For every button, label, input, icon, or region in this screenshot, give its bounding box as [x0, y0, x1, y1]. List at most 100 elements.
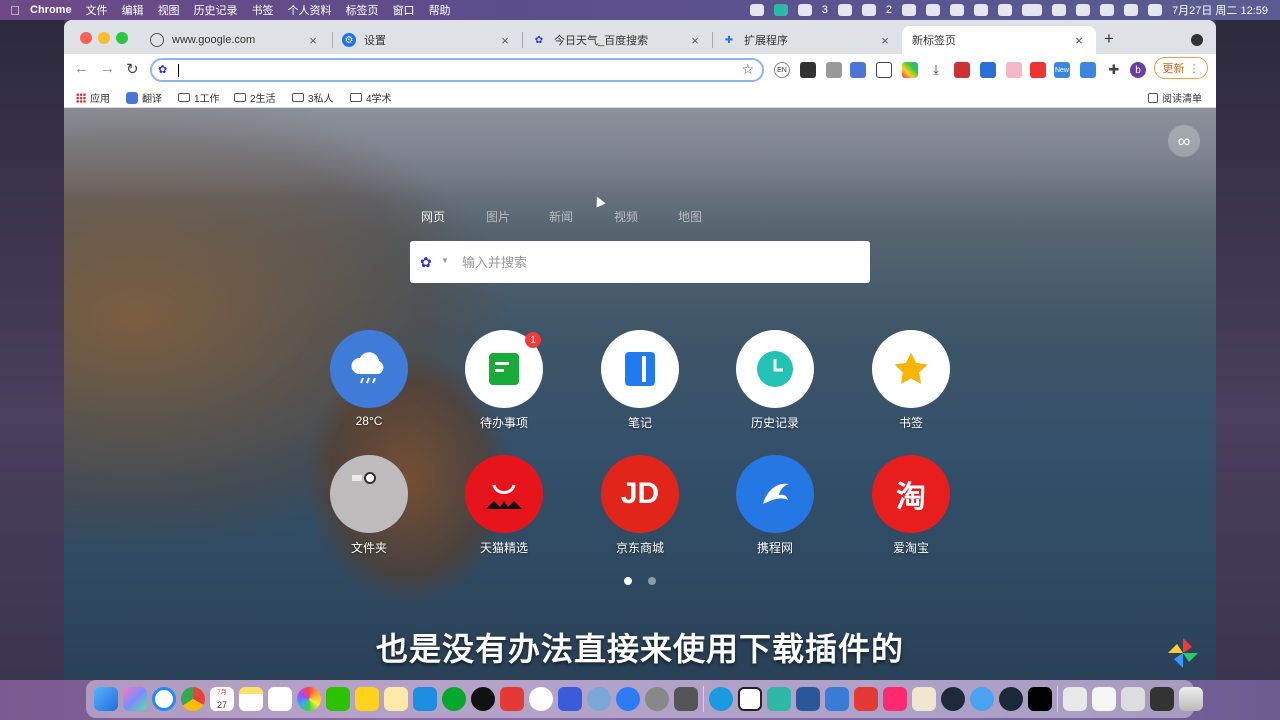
close-icon[interactable]: × [688, 33, 702, 48]
safari-icon[interactable] [152, 687, 176, 711]
menu-bookmarks[interactable]: 书签 [252, 2, 274, 18]
word-icon[interactable] [796, 687, 820, 711]
globe-icon[interactable] [926, 4, 940, 16]
terminal-icon[interactable] [674, 687, 698, 711]
graduation-icon[interactable] [413, 687, 437, 711]
shortcut-weather[interactable]: 28°C [319, 330, 419, 428]
close-icon[interactable]: × [498, 33, 512, 48]
close-icon[interactable]: × [1072, 33, 1086, 48]
fullscreen-window-button[interactable] [116, 32, 128, 44]
bookmark-folder-academic[interactable]: 4学术 [350, 90, 392, 105]
clock[interactable]: 7月27日 周二 12:59 [1172, 2, 1268, 18]
back-button[interactable]: ← [74, 60, 89, 77]
shortcut-jd[interactable]: JD 京东商城 [590, 455, 690, 556]
bell-icon[interactable] [861, 4, 876, 16]
profile-avatar[interactable]: b [1130, 62, 1146, 78]
keyboard-icon[interactable] [950, 4, 964, 16]
new-ext-icon[interactable]: New [1054, 62, 1070, 78]
search-input[interactable] [462, 251, 852, 273]
baidu-paw-icon[interactable]: ✿ [420, 254, 432, 271]
siri-icon[interactable] [1148, 4, 1162, 16]
camera-icon[interactable] [1030, 62, 1046, 78]
notes-icon[interactable] [239, 687, 263, 711]
wechat-icon[interactable] [797, 4, 812, 16]
capcut-icon[interactable] [1028, 687, 1052, 711]
draw-icon[interactable] [384, 687, 408, 711]
cloud-icon[interactable] [837, 4, 852, 16]
shortcut-notes[interactable]: 笔记 [590, 330, 690, 431]
check-ext-icon[interactable] [1080, 62, 1096, 78]
document-icon[interactable] [1063, 687, 1087, 711]
chevron-down-icon[interactable]: ▼ [441, 256, 449, 265]
pinwheel-icon[interactable] [1168, 638, 1198, 668]
google-translate-icon[interactable] [850, 62, 866, 78]
menu-history[interactable]: 历史记录 [194, 2, 238, 18]
record-icon[interactable] [749, 4, 764, 16]
vpn-icon[interactable] [616, 687, 640, 711]
menu-tabs[interactable]: 标签页 [346, 2, 379, 18]
chrome-icon[interactable] [181, 687, 205, 711]
bookmark-translate[interactable]: 翻译 [126, 90, 162, 105]
spotlight-icon[interactable] [1100, 4, 1114, 16]
wifi-icon[interactable] [1076, 4, 1090, 16]
wps-icon[interactable] [500, 687, 524, 711]
window-thumb-icon-3[interactable] [1150, 687, 1174, 711]
tab-weather[interactable]: ✿ 今日天气_百度搜索 × [522, 26, 712, 54]
pen-ext-icon[interactable] [826, 62, 842, 78]
shortcut-todo[interactable]: 1 待办事项 [454, 330, 554, 431]
mail-icon[interactable] [709, 687, 733, 711]
launchpad-icon[interactable] [123, 687, 147, 711]
tab-search-icon[interactable] [1191, 34, 1203, 46]
menu-help[interactable]: 帮助 [429, 2, 451, 18]
search-app-icon[interactable] [773, 4, 788, 16]
tab-extensions[interactable]: ✚ 扩展程序 × [712, 26, 902, 54]
tab-newtab[interactable]: 新标签页 × [902, 26, 1096, 54]
shortcut-bookmarks[interactable]: 书签 [861, 330, 961, 431]
bookmark-star-icon[interactable]: ☆ [741, 61, 754, 78]
battery-icon[interactable] [1022, 4, 1042, 16]
search-tab-video[interactable]: 视频 [614, 208, 638, 225]
update-button[interactable]: 更新 ⋮ [1154, 57, 1208, 79]
translate-en-icon[interactable]: EN [774, 62, 790, 78]
reload-button[interactable]: ↻ [126, 60, 139, 78]
close-window-button[interactable] [80, 32, 92, 44]
feather-icon[interactable] [970, 687, 994, 711]
menu-window[interactable]: 窗口 [393, 2, 415, 18]
infinity-icon[interactable]: ∞ [1168, 125, 1200, 157]
pear-icon[interactable] [355, 687, 379, 711]
search-tab-images[interactable]: 图片 [486, 208, 510, 225]
wechat-dock-icon[interactable] [326, 687, 350, 711]
youku-icon[interactable] [883, 687, 907, 711]
bookmark-folder-work[interactable]: 1工作 [178, 90, 220, 105]
network-icon[interactable] [587, 687, 611, 711]
media-player-icon[interactable] [941, 687, 965, 711]
page-dot-2[interactable] [648, 577, 656, 585]
shortcut-ctrip[interactable]: 携程网 [725, 455, 825, 556]
link-icon[interactable] [1052, 4, 1066, 16]
graduation-cap-icon[interactable] [980, 62, 996, 78]
search-dock-icon[interactable] [767, 687, 791, 711]
trash-icon[interactable] [1179, 687, 1203, 711]
shield-ext-icon[interactable] [800, 62, 816, 78]
control-icon[interactable] [902, 4, 916, 16]
search-tab-web[interactable]: 网页 [421, 208, 445, 225]
screen-capture-icon[interactable] [954, 62, 970, 78]
app-menu[interactable]: Chrome [30, 4, 72, 16]
grid-icon[interactable] [998, 4, 1012, 16]
color-ext-icon[interactable] [902, 62, 918, 78]
page-dot-1[interactable] [624, 577, 632, 585]
address-bar[interactable]: ✿ ☆ [150, 58, 764, 82]
notion-icon[interactable] [738, 687, 762, 711]
shortcut-taobao[interactable]: 淘 爱淘宝 [861, 455, 961, 556]
extensions-puzzle-icon[interactable]: ✚ [1106, 62, 1122, 78]
image-ext-icon[interactable] [1006, 62, 1022, 78]
shortcut-history[interactable]: 历史记录 [725, 330, 825, 431]
search-tab-map[interactable]: 地图 [678, 208, 702, 225]
tab-google[interactable]: www.google.com × [140, 26, 330, 54]
close-icon[interactable]: × [878, 33, 892, 48]
pocket-icon[interactable] [876, 62, 892, 78]
shortcut-folder[interactable]: 文件夹 [319, 455, 419, 556]
typora-icon[interactable] [912, 687, 936, 711]
download-icon[interactable]: ⤓ [928, 62, 944, 78]
qq-icon[interactable] [471, 687, 495, 711]
